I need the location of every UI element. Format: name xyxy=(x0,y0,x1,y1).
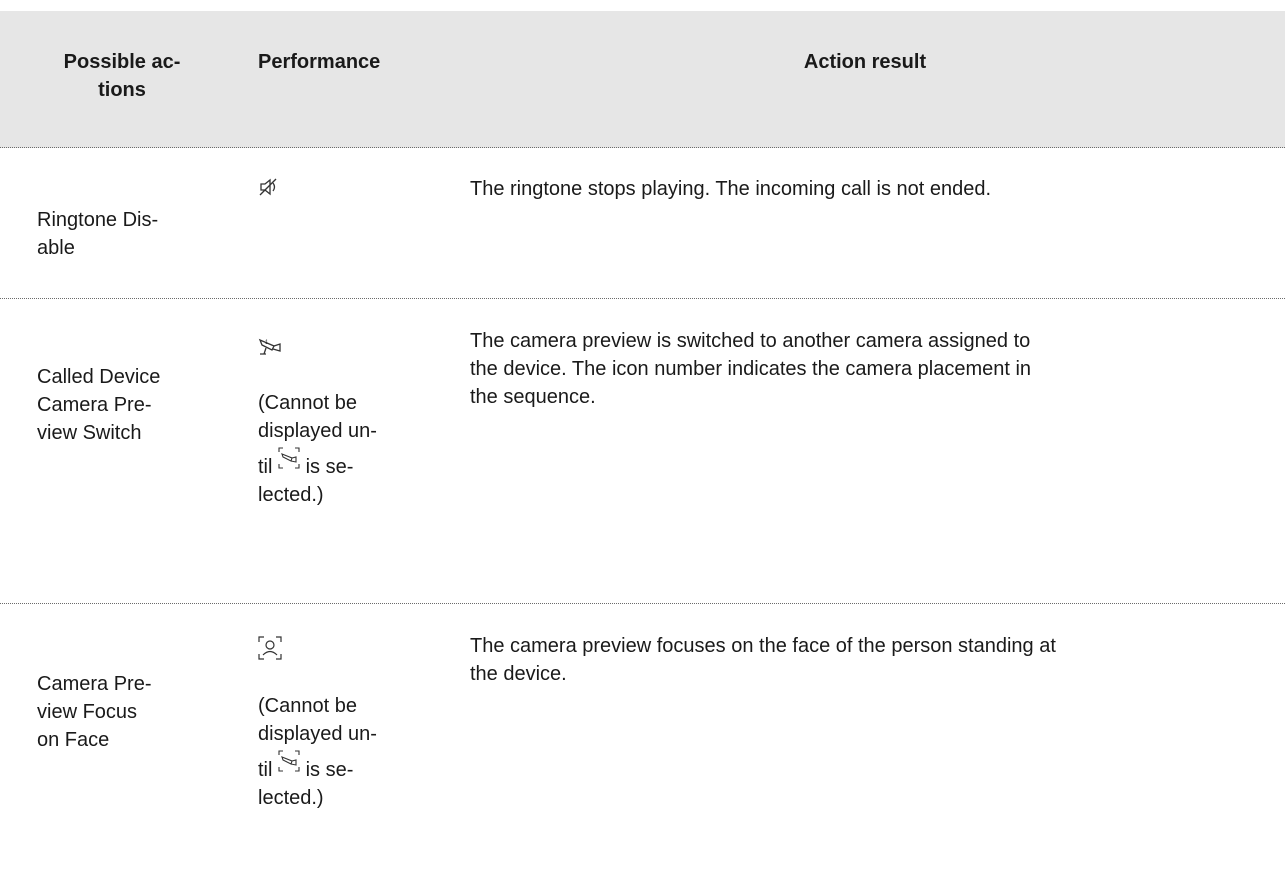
table-header: Possible ac- tions Performance Action re… xyxy=(0,11,1285,148)
note-line: til is se- xyxy=(258,447,428,481)
performance-cell xyxy=(258,176,428,206)
action-name-line: view Switch xyxy=(37,422,142,444)
note-line: displayed un- xyxy=(258,723,377,745)
header-action-result: Action result xyxy=(803,51,927,73)
action-result: The camera preview is switched to anothe… xyxy=(470,327,1280,411)
camera-preview-icon xyxy=(278,750,300,772)
actions-table: Possible ac- tions Performance Action re… xyxy=(0,11,1285,884)
result-line: The camera preview is switched to anothe… xyxy=(470,330,1031,352)
result-line: the device. The icon number indicates th… xyxy=(470,358,1032,380)
note-text: til xyxy=(258,759,273,781)
action-name-line: able xyxy=(37,237,75,259)
table-row: Called Device Camera Pre- view Switch 1 … xyxy=(0,299,1285,604)
performance-cell: 1 (Cannot be displayed un- til is se- le… xyxy=(258,335,428,509)
action-result: The camera preview focuses on the face o… xyxy=(470,632,1280,688)
action-name: Called Device Camera Pre- view Switch xyxy=(37,363,212,447)
note-line: til is se- xyxy=(258,750,428,784)
mute-speaker-icon xyxy=(258,176,280,206)
note-line: (Cannot be xyxy=(258,392,357,414)
header-performance: Performance xyxy=(258,51,381,73)
performance-cell: (Cannot be displayed un- til is se- lect… xyxy=(258,636,428,812)
note-text: is se- xyxy=(305,759,354,781)
note-text: til xyxy=(258,456,273,478)
action-name-line: view Focus xyxy=(37,701,138,723)
action-name-line: Ringtone Dis- xyxy=(37,209,159,231)
header-possible-actions-text: Possible ac- tions xyxy=(63,51,181,101)
result-line: the sequence. xyxy=(470,386,596,408)
header-possible-actions: Possible ac- tions xyxy=(22,48,222,104)
action-name-line: Camera Pre- xyxy=(37,394,152,416)
result-line: the device. xyxy=(470,663,567,685)
action-name-line: Camera Pre- xyxy=(37,673,152,695)
action-name: Camera Pre- view Focus on Face xyxy=(37,670,212,754)
camera-preview-icon xyxy=(278,447,300,469)
note-text: is se- xyxy=(305,456,354,478)
action-result: The ringtone stops playing. The incoming… xyxy=(470,178,992,200)
note-line: displayed un- xyxy=(258,420,377,442)
result-line: The camera preview focuses on the face o… xyxy=(470,635,1056,657)
camera-switch-icon: 1 xyxy=(258,335,428,363)
action-name-line: on Face xyxy=(37,729,110,751)
action-name: Ringtone Dis- able xyxy=(37,206,212,262)
table-row: Ringtone Dis- able The ringtone stops pl… xyxy=(0,148,1285,299)
action-name-line: Called Device xyxy=(37,366,161,388)
note-line: (Cannot be xyxy=(258,695,357,717)
note-line: lected.) xyxy=(258,787,324,809)
face-focus-icon xyxy=(258,636,428,664)
table-row: Camera Pre- view Focus on Face (Cannot b… xyxy=(0,604,1285,884)
note-line: lected.) xyxy=(258,484,324,506)
